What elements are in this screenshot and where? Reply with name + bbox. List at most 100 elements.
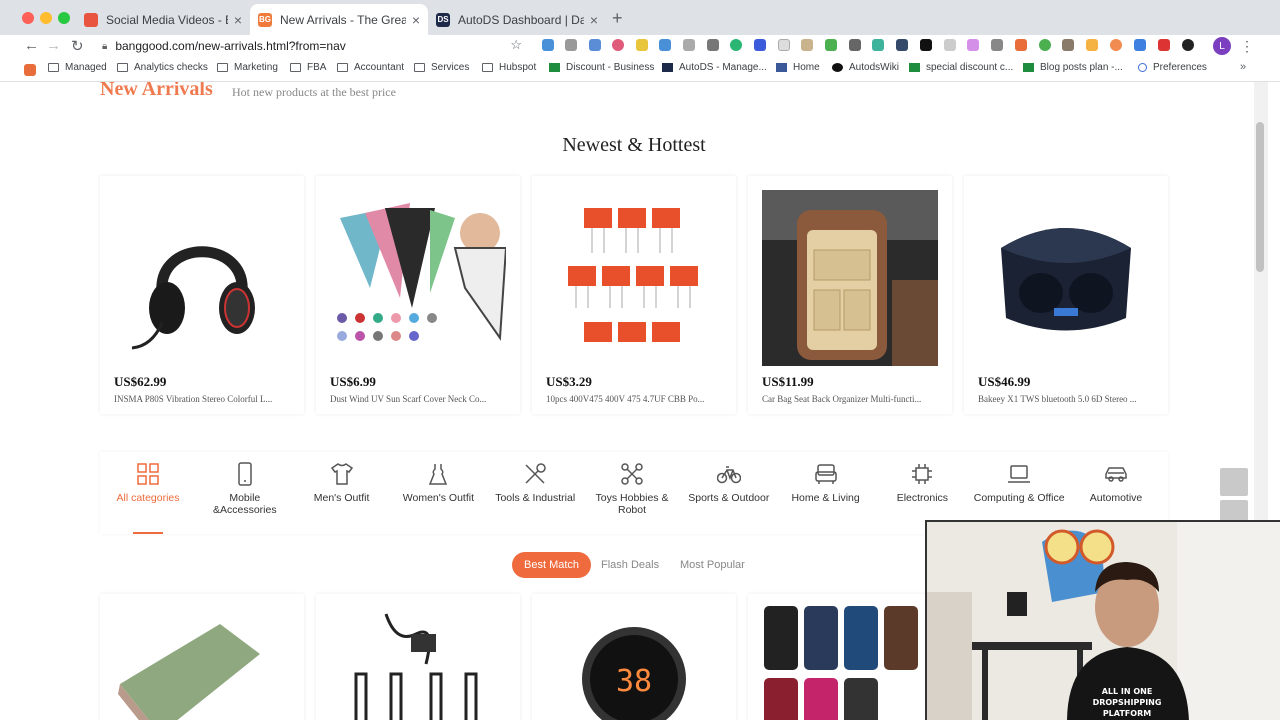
category-computing[interactable]: Computing & Office bbox=[971, 462, 1067, 504]
product-name[interactable]: Bakeey X1 TWS bluetooth 5.0 6D Stereo ..… bbox=[978, 394, 1156, 404]
close-window-button[interactable] bbox=[22, 12, 34, 24]
extension-icon[interactable] bbox=[636, 39, 648, 51]
extension-icon[interactable] bbox=[967, 39, 979, 51]
bookmark-autods-manage[interactable]: AutoDS - Manage... bbox=[662, 62, 767, 73]
chip-icon bbox=[912, 464, 933, 484]
bookmark-hubspot[interactable]: Hubspot bbox=[482, 62, 536, 73]
extension-icon[interactable] bbox=[707, 39, 719, 51]
close-tab-icon[interactable]: × bbox=[234, 12, 242, 28]
new-tab-button[interactable]: + bbox=[612, 8, 623, 29]
product-image[interactable] bbox=[330, 190, 506, 366]
product-card[interactable]: US$46.99 Bakeey X1 TWS bluetooth 5.0 6D … bbox=[964, 176, 1168, 414]
sort-flash-deals[interactable]: Flash Deals bbox=[601, 552, 659, 578]
category-womens-outfit[interactable]: Women's Outfit bbox=[390, 462, 486, 504]
bookmark-autodswiki[interactable]: AutodsWiki bbox=[832, 62, 899, 73]
product-image[interactable] bbox=[546, 190, 722, 366]
extension-icon[interactable] bbox=[896, 39, 908, 51]
tab-autods-dashboard[interactable]: DS AutoDS Dashboard | Dashboard × bbox=[428, 4, 606, 35]
extension-icon[interactable] bbox=[944, 39, 956, 51]
extension-icon[interactable] bbox=[1158, 39, 1170, 51]
maximize-window-button[interactable] bbox=[58, 12, 70, 24]
product-image[interactable] bbox=[762, 190, 938, 366]
sofa-icon bbox=[814, 464, 837, 484]
bookmark-blog-posts-plan[interactable]: Blog posts plan -... bbox=[1023, 62, 1123, 73]
profile-avatar[interactable]: L bbox=[1213, 37, 1231, 55]
bookmark-preferences[interactable]: Preferences bbox=[1138, 62, 1207, 73]
more-bookmarks-icon[interactable]: » bbox=[1240, 61, 1246, 73]
extension-icon[interactable] bbox=[849, 39, 861, 51]
extension-icon[interactable] bbox=[825, 39, 837, 51]
bookmark-fba[interactable]: FBA bbox=[290, 62, 326, 73]
product-card[interactable] bbox=[748, 594, 952, 720]
category-sports[interactable]: Sports & Outdoor bbox=[681, 462, 777, 504]
extension-icon[interactable] bbox=[1015, 39, 1027, 51]
category-mobile[interactable]: Mobile &Accessories bbox=[197, 462, 293, 516]
extension-icon[interactable] bbox=[778, 39, 790, 51]
tab-social-media-videos[interactable]: Social Media Videos - Bangg × bbox=[76, 4, 250, 35]
product-card[interactable] bbox=[100, 594, 304, 720]
extension-icon[interactable] bbox=[612, 39, 624, 51]
category-toys[interactable]: Toys Hobbies & Robot bbox=[584, 462, 680, 516]
extension-icon[interactable] bbox=[872, 39, 884, 51]
edit-icon[interactable] bbox=[1220, 468, 1248, 496]
bookmark-accountant[interactable]: Accountant bbox=[337, 62, 404, 73]
extension-icon[interactable] bbox=[920, 39, 932, 51]
bookmark-services[interactable]: Services bbox=[414, 62, 469, 73]
extension-icon[interactable] bbox=[1086, 39, 1098, 51]
category-automotive[interactable]: Automotive bbox=[1068, 462, 1164, 504]
extension-icon[interactable] bbox=[730, 39, 742, 51]
extension-icon[interactable] bbox=[659, 39, 671, 51]
browser-menu-icon[interactable]: ⋮ bbox=[1240, 38, 1254, 55]
bookmark-managed[interactable]: Managed bbox=[48, 62, 107, 73]
close-tab-icon[interactable]: × bbox=[590, 12, 598, 28]
minimize-window-button[interactable] bbox=[40, 12, 52, 24]
category-all[interactable]: All categories bbox=[100, 462, 196, 504]
sheet-icon bbox=[1023, 63, 1034, 72]
extension-icon[interactable] bbox=[683, 39, 695, 51]
product-image[interactable] bbox=[114, 190, 290, 366]
app-icon[interactable] bbox=[24, 64, 36, 76]
category-mens-outfit[interactable]: Men's Outfit bbox=[294, 462, 390, 504]
reload-button[interactable]: ↻ bbox=[71, 37, 84, 55]
sort-best-match[interactable]: Best Match bbox=[512, 552, 592, 578]
category-tools[interactable]: Tools & Industrial bbox=[487, 462, 583, 504]
product-card[interactable]: US$6.99 Dust Wind UV Sun Scarf Cover Nec… bbox=[316, 176, 520, 414]
product-name[interactable]: Dust Wind UV Sun Scarf Cover Neck Co... bbox=[330, 394, 508, 404]
category-electronics[interactable]: Electronics bbox=[874, 462, 970, 504]
product-card[interactable]: US$3.29 10pcs 400V475 400V 475 4.7UF CBB… bbox=[532, 176, 736, 414]
extension-icon[interactable] bbox=[1039, 39, 1051, 51]
category-home-living[interactable]: Home & Living bbox=[778, 462, 874, 504]
tab-new-arrivals[interactable]: BG New Arrivals - The Greatest Deals × bbox=[250, 4, 428, 35]
product-name[interactable]: INSMA P80S Vibration Stereo Colorful L..… bbox=[114, 394, 292, 404]
close-tab-icon[interactable]: × bbox=[412, 12, 420, 28]
bookmark-analytics-checks[interactable]: Analytics checks bbox=[117, 62, 208, 73]
product-card[interactable]: 38 bbox=[532, 594, 736, 720]
bookmark-discount-business[interactable]: Discount - Business bbox=[549, 62, 654, 73]
extension-icon[interactable] bbox=[801, 39, 813, 51]
sort-most-popular[interactable]: Most Popular bbox=[680, 552, 745, 578]
bookmark-special-discount[interactable]: special discount c... bbox=[909, 62, 1013, 73]
forward-button[interactable]: → bbox=[46, 37, 61, 54]
address-bar[interactable]: 🔒︎ banggood.com/new-arrivals.html?from=n… bbox=[96, 35, 528, 57]
extension-icon[interactable] bbox=[1062, 39, 1074, 51]
bookmark-marketing[interactable]: Marketing bbox=[217, 62, 278, 73]
product-image[interactable] bbox=[978, 190, 1154, 366]
extension-icon[interactable] bbox=[589, 39, 601, 51]
back-button[interactable]: ← bbox=[24, 37, 39, 54]
bookmark-star-icon[interactable]: ☆ bbox=[510, 37, 522, 53]
scrollbar-thumb[interactable] bbox=[1256, 122, 1264, 272]
product-card[interactable] bbox=[316, 594, 520, 720]
product-card[interactable]: US$11.99 Car Bag Seat Back Organizer Mul… bbox=[748, 176, 952, 414]
product-card[interactable]: US$62.99 INSMA P80S Vibration Stereo Col… bbox=[100, 176, 304, 414]
extension-icon[interactable] bbox=[754, 39, 766, 51]
extension-icon[interactable] bbox=[1110, 39, 1122, 51]
banggood-favicon-icon bbox=[84, 12, 98, 27]
product-name[interactable]: Car Bag Seat Back Organizer Multi-functi… bbox=[762, 394, 940, 404]
bookmark-home[interactable]: Home bbox=[776, 62, 820, 73]
extension-icon[interactable] bbox=[565, 39, 577, 51]
extension-icon[interactable] bbox=[1134, 39, 1146, 51]
extension-icon[interactable] bbox=[1182, 39, 1194, 51]
product-name[interactable]: 10pcs 400V475 400V 475 4.7UF CBB Po... bbox=[546, 394, 724, 404]
extension-icon[interactable] bbox=[991, 39, 1003, 51]
extension-icon[interactable] bbox=[542, 39, 554, 51]
